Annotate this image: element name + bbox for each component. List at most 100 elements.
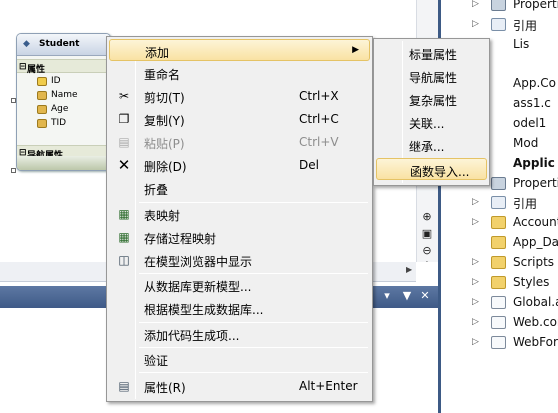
- file-icon: [491, 296, 506, 309]
- tree-item-label: Properti: [513, 0, 558, 11]
- property-label: TID: [51, 118, 67, 128]
- entity-icon: ◆: [23, 39, 30, 49]
- delete-icon: ✕: [117, 156, 131, 174]
- pin-icon[interactable]: ▼: [400, 289, 414, 303]
- expand-icon[interactable]: ▷: [472, 257, 479, 267]
- properties-folder-icon: [491, 177, 506, 190]
- tree-item-label: Account: [513, 215, 558, 229]
- submenu-arrow-icon: ▶: [352, 45, 359, 55]
- menu-item-show-in-model-browser[interactable]: ◫ 在模型浏览器中显示: [109, 249, 370, 271]
- property-row[interactable]: Age: [17, 103, 110, 117]
- menu-item-copy[interactable]: ❐ 复制(Y) Ctrl+C: [109, 108, 370, 130]
- menu-item-label: 粘贴(P): [144, 137, 185, 151]
- selection-handle[interactable]: [11, 168, 16, 173]
- properties-icon: ▤: [118, 379, 130, 393]
- zoom-in-icon[interactable]: ⊕: [420, 210, 434, 224]
- property-row[interactable]: TID: [17, 117, 110, 131]
- submenu-item-association[interactable]: 关联...: [376, 111, 487, 133]
- menu-item-label: 重命名: [144, 68, 181, 82]
- menu-item-label: 复制(Y): [144, 114, 185, 128]
- entity-footer: [17, 156, 110, 170]
- menu-item-add[interactable]: 添加 ▶: [109, 39, 370, 61]
- submenu-item-label: 继承...: [409, 140, 445, 154]
- expand-icon[interactable]: ▷: [472, 297, 479, 307]
- webform-file-icon: [491, 336, 506, 349]
- entity-student[interactable]: ◆ Student ⊟ 属性 ID Name Age TID ⊟ 导航属性: [16, 33, 111, 171]
- expand-icon[interactable]: ▷: [472, 0, 479, 9]
- tree-item-label: App_Dat: [513, 235, 558, 249]
- menu-separator: [139, 372, 368, 373]
- add-submenu: 标量属性 导航属性 复杂属性 关联... 继承... 函数导入...: [373, 38, 490, 186]
- submenu-item-inheritance[interactable]: 继承...: [376, 134, 487, 156]
- property-icon: [37, 119, 47, 128]
- menu-item-label: 属性(R): [144, 381, 186, 395]
- menu-item-properties[interactable]: ▤ 属性(R) Alt+Enter: [109, 375, 370, 397]
- property-icon: [37, 105, 47, 114]
- submenu-item-complex-property[interactable]: 复杂属性: [376, 88, 487, 110]
- menu-item-label: 在模型浏览器中显示: [144, 255, 253, 269]
- menu-item-shortcut: Del: [299, 158, 319, 172]
- entity-header[interactable]: ◆ Student: [17, 34, 110, 56]
- menu-item-label: 剪切(T): [144, 91, 185, 105]
- menu-item-label: 折叠: [144, 183, 169, 197]
- menu-item-validate[interactable]: 验证: [109, 348, 370, 370]
- copy-icon: ❐: [118, 112, 130, 126]
- menu-item-update-model[interactable]: 从数据库更新模型...: [109, 274, 370, 296]
- menu-item-table-mapping[interactable]: ▦ 表映射: [109, 203, 370, 225]
- tree-item-label: WebFor: [513, 335, 558, 349]
- folder-icon: [491, 276, 506, 289]
- expand-icon[interactable]: ▷: [472, 19, 479, 29]
- table-mapping-icon: ▦: [118, 207, 130, 221]
- key-property-icon: [37, 77, 47, 86]
- property-row[interactable]: Name: [17, 89, 110, 103]
- submenu-item-scalar-property[interactable]: 标量属性: [376, 42, 487, 64]
- menu-item-sproc-mapping[interactable]: ▦ 存储过程映射: [109, 226, 370, 248]
- expand-icon[interactable]: ▷: [472, 197, 479, 207]
- tree-item-label: Scripts: [513, 255, 555, 269]
- scroll-right-icon[interactable]: ▶: [406, 265, 412, 274]
- submenu-item-navigation-property[interactable]: 导航属性: [376, 65, 487, 87]
- menu-item-label: 表映射: [144, 209, 181, 223]
- menu-item-label: 从数据库更新模型...: [144, 280, 252, 294]
- scissors-icon: ✂: [118, 89, 130, 103]
- submenu-item-label: 关联...: [409, 117, 445, 131]
- menu-item-collapse[interactable]: 折叠: [109, 177, 370, 199]
- tree-item-label: odel1: [513, 116, 547, 130]
- menu-item-label: 删除(D): [144, 160, 187, 174]
- menu-item-add-codegen[interactable]: 添加代码生成项...: [109, 323, 370, 345]
- submenu-item-label: 标量属性: [409, 48, 458, 62]
- references-icon: [491, 18, 506, 31]
- expand-icon[interactable]: ▷: [472, 337, 479, 347]
- tree-item-label: Styles: [513, 275, 550, 289]
- folder-icon: [491, 236, 506, 249]
- expand-icon[interactable]: ▷: [472, 217, 479, 227]
- tree-item-label: 引用: [513, 197, 538, 211]
- tree-item-label: Applic: [513, 156, 555, 170]
- menu-item-cut[interactable]: ✂ 剪切(T) Ctrl+X: [109, 85, 370, 107]
- folder-icon: [491, 256, 506, 269]
- expand-icon[interactable]: ▷: [472, 277, 479, 287]
- zoom-out-icon[interactable]: ⊖: [420, 244, 434, 258]
- properties-section[interactable]: ⊟ 属性: [17, 59, 110, 75]
- property-icon: [37, 91, 47, 100]
- menu-item-label: 根据模型生成数据库...: [144, 303, 264, 317]
- menu-item-rename[interactable]: 重命名: [109, 62, 370, 84]
- paste-icon: ▤: [118, 135, 130, 149]
- submenu-item-function-import[interactable]: 函数导入...: [376, 158, 487, 180]
- collapse-icon[interactable]: ⊟: [19, 62, 27, 72]
- expand-icon[interactable]: ▷: [472, 317, 479, 327]
- selection-handle[interactable]: [11, 98, 16, 103]
- zoom-fit-icon[interactable]: ▣: [420, 227, 434, 241]
- tree-item-label: 引用: [513, 19, 538, 33]
- dropdown-arrow-icon[interactable]: ▾: [380, 289, 394, 303]
- menu-item-shortcut: Ctrl+X: [299, 89, 339, 103]
- close-icon[interactable]: ✕: [418, 289, 432, 303]
- property-row[interactable]: ID: [17, 75, 110, 89]
- menu-item-paste[interactable]: ▤ 粘贴(P) Ctrl+V: [109, 131, 370, 153]
- config-file-icon: [491, 316, 506, 329]
- property-label: ID: [51, 76, 61, 86]
- menu-item-delete[interactable]: ✕ 删除(D) Del: [109, 154, 370, 176]
- model-browser-icon: ◫: [118, 253, 130, 267]
- menu-item-generate-database[interactable]: 根据模型生成数据库...: [109, 297, 370, 319]
- submenu-item-label: 复杂属性: [409, 94, 458, 108]
